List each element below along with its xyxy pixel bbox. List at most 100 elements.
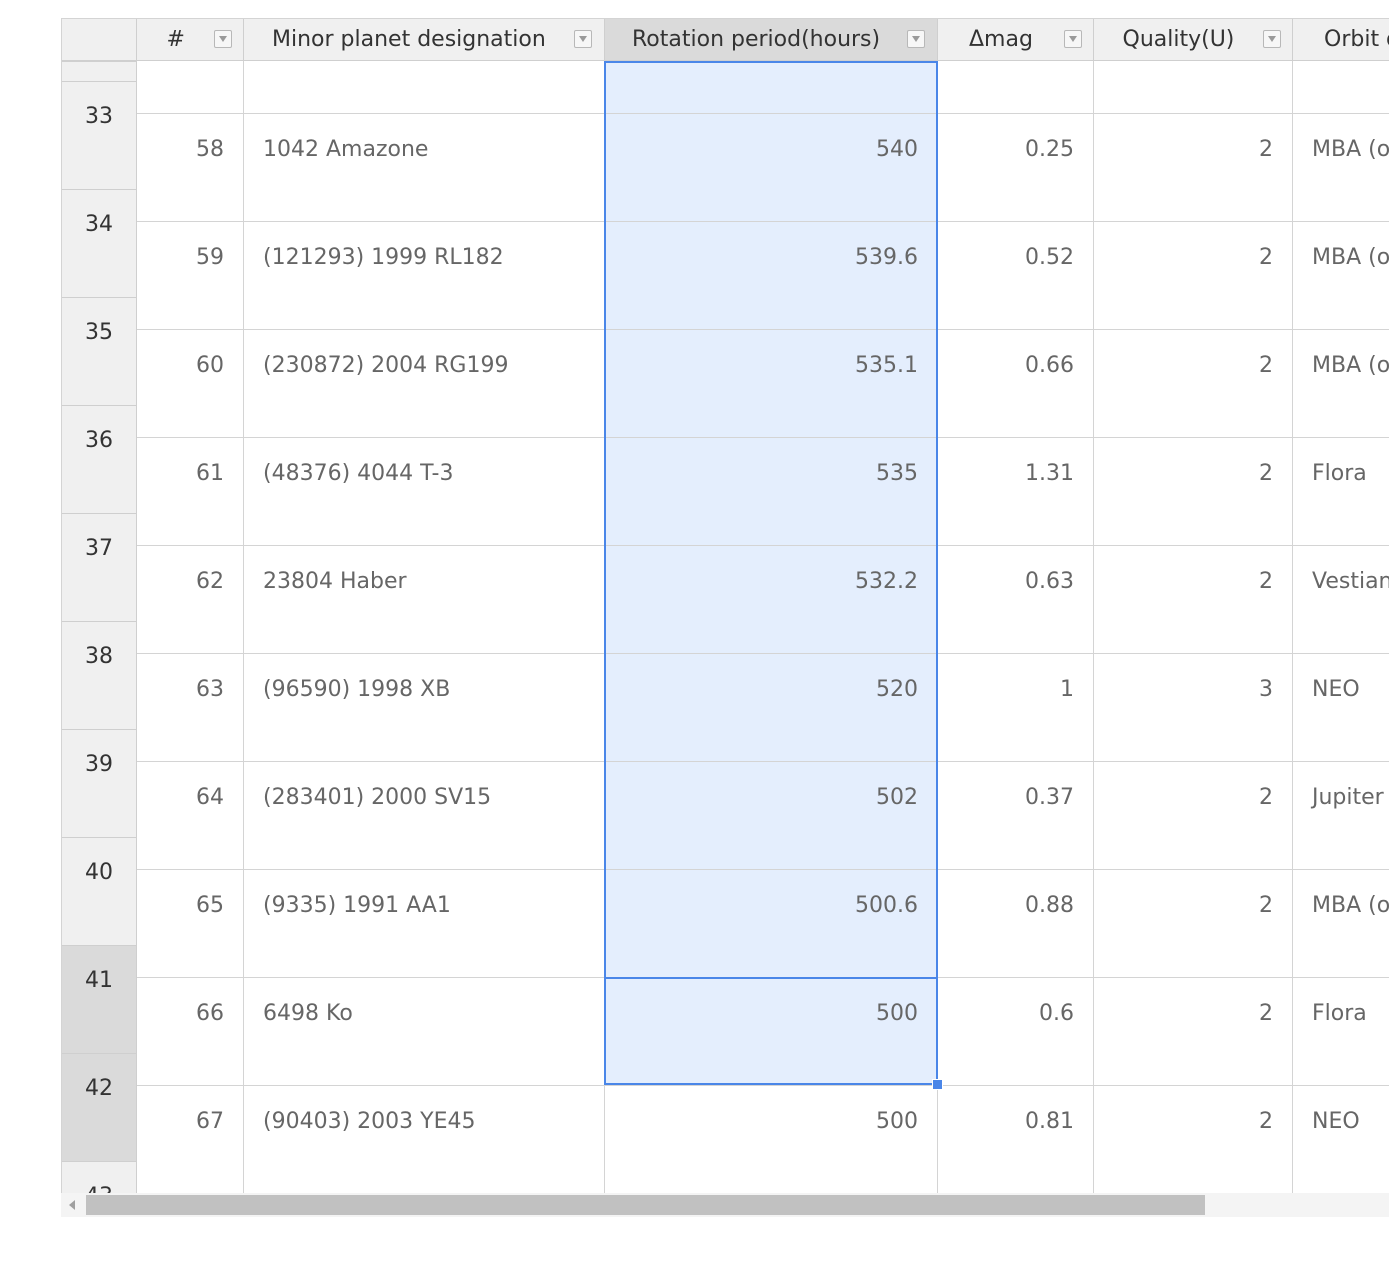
table-cell[interactable] [137,61,244,113]
table-cell-period[interactable]: 500 [605,978,938,1085]
table-cell-period[interactable]: 520 [605,654,938,761]
col-header-orbit[interactable]: Orbit or family [1293,19,1389,61]
table-cell-designation[interactable]: 23804 Haber [244,546,605,653]
table-cell-dmag[interactable]: 0.66 [938,330,1094,437]
row-header[interactable]: 34 [62,189,137,297]
row-header[interactable]: 43 [62,1161,137,1193]
table-cell-designation[interactable]: (96590) 1998 XB [244,654,605,761]
column-header-label: # [166,27,185,52]
table-cell-orbit[interactable]: Flora [1293,438,1389,545]
row-header[interactable]: 40 [62,837,137,945]
table-cell-quality[interactable]: 2 [1094,978,1293,1085]
table-cell-period[interactable]: 540 [605,114,938,221]
filter-dropdown-icon[interactable] [1263,30,1281,48]
table-cell-quality[interactable]: 2 [1094,1086,1293,1193]
row-header[interactable]: 35 [62,297,137,405]
column-header-label: Orbit or family [1324,27,1389,52]
row-header[interactable]: 38 [62,621,137,729]
table-cell-quality[interactable]: 2 [1094,870,1293,977]
table-cell-period[interactable]: 500 [605,1086,938,1193]
table-cell-dmag[interactable]: 0.52 [938,222,1094,329]
table-cell-dmag[interactable]: 0.37 [938,762,1094,869]
col-header-delta-mag[interactable]: Δmag [938,19,1094,61]
fill-handle[interactable] [932,1079,943,1090]
table-row: 63 (96590) 1998 XB 520 1 3 NEO [137,653,1389,761]
table-cell-dmag[interactable]: 0.81 [938,1086,1094,1193]
horizontal-scroll-thumb[interactable] [86,1195,1205,1215]
table-cell-number[interactable]: 64 [137,762,244,869]
horizontal-scrollbar[interactable] [61,1193,1389,1217]
table-cell-orbit[interactable]: MBA (outer) [1293,870,1389,977]
table-cell-number[interactable]: 67 [137,1086,244,1193]
row-header[interactable]: 36 [62,405,137,513]
table-cell-orbit[interactable]: Flora [1293,978,1389,1085]
table-cell-dmag[interactable]: 0.6 [938,978,1094,1085]
table-cell-quality[interactable]: 2 [1094,546,1293,653]
row-header[interactable]: 33 [62,81,137,189]
filter-dropdown-icon[interactable] [907,30,925,48]
table-cell-orbit[interactable]: MBA (outer) [1293,114,1389,221]
table-cell-dmag[interactable]: 1 [938,654,1094,761]
table-cell-number[interactable]: 62 [137,546,244,653]
table-cell-quality[interactable]: 2 [1094,114,1293,221]
row-header[interactable]: 39 [62,729,137,837]
table-cell-period[interactable]: 502 [605,762,938,869]
table-cell-designation[interactable]: (283401) 2000 SV15 [244,762,605,869]
table-cell-period[interactable]: 500.6 [605,870,938,977]
table-cell-dmag[interactable]: 0.88 [938,870,1094,977]
table-cell-dmag[interactable]: 0.25 [938,114,1094,221]
table-cell-number[interactable]: 61 [137,438,244,545]
table-row: 60(230872) 2004 RG199535.10.662MBA (oute… [137,329,1389,437]
table-cell-period[interactable]: 535 [605,438,938,545]
table-cell-period[interactable]: 535.1 [605,330,938,437]
table-cell-quality[interactable]: 2 [1094,762,1293,869]
table-cell[interactable] [938,61,1094,113]
filter-dropdown-icon[interactable] [574,30,592,48]
table-cell[interactable] [1094,61,1293,113]
table-cell[interactable] [605,61,938,113]
table-cell-period[interactable]: 532.2 [605,546,938,653]
table-cell-designation[interactable]: (121293) 1999 RL182 [244,222,605,329]
row-header[interactable] [62,61,137,81]
col-header-designation[interactable]: Minor planet designation [244,19,605,61]
filter-dropdown-icon[interactable] [1064,30,1082,48]
col-header-quality[interactable]: Quality(U) [1094,19,1293,61]
row-header[interactable]: 41 [62,945,137,1053]
table-cell-number[interactable]: 59 [137,222,244,329]
table-cell-orbit[interactable]: NEO [1293,654,1389,761]
col-header-number[interactable]: # [137,19,244,61]
table-cell[interactable] [1293,61,1389,113]
table-cell-orbit[interactable]: MBA (outer) [1293,222,1389,329]
table-cell-designation[interactable]: 6498 Ko [244,978,605,1085]
table-cell-dmag[interactable]: 1.31 [938,438,1094,545]
table-row: 61 (48376) 4044 T-3 535 1.31 2 Flora [137,437,1389,545]
table-cell-number[interactable]: 65 [137,870,244,977]
table-cell-orbit[interactable]: Vestian [1293,546,1389,653]
row-header[interactable]: 37 [62,513,137,621]
table-cell-quality[interactable]: 3 [1094,654,1293,761]
table-cell-quality[interactable]: 2 [1094,222,1293,329]
row-header[interactable]: 42 [62,1053,137,1161]
table-cell-designation[interactable]: 1042 Amazone [244,114,605,221]
table-cell-number[interactable]: 63 [137,654,244,761]
table-cell-quality[interactable]: 2 [1094,438,1293,545]
table-cell-designation[interactable]: (9335) 1991 AA1 [244,870,605,977]
filter-dropdown-icon[interactable] [214,30,232,48]
table-cell-designation[interactable]: (90403) 2003 YE45 [244,1086,605,1193]
table-cell[interactable] [244,61,605,113]
table-cell-period[interactable]: 539.6 [605,222,938,329]
table-cell-dmag[interactable]: 0.63 [938,546,1094,653]
table-cell-orbit[interactable]: MBA (outer) [1293,330,1389,437]
table-cell-designation[interactable]: (48376) 4044 T-3 [244,438,605,545]
table-cell-number[interactable]: 66 [137,978,244,1085]
table-cell-number[interactable]: 58 [137,114,244,221]
table-cell-quality[interactable]: 2 [1094,330,1293,437]
spreadsheet-grid[interactable]: # Minor planet designation Rotation period… [61,18,1389,1193]
select-all-corner[interactable] [62,19,137,61]
table-cell-designation[interactable]: (230872) 2004 RG199 [244,330,605,437]
table-cell-orbit[interactable]: NEO [1293,1086,1389,1193]
scroll-left-arrow-icon[interactable] [69,1200,75,1210]
col-header-rotation-period[interactable]: Rotation period(hours) [605,19,938,61]
table-cell-number[interactable]: 60 [137,330,244,437]
table-cell-orbit[interactable]: Jupiter trojan [1293,762,1389,869]
